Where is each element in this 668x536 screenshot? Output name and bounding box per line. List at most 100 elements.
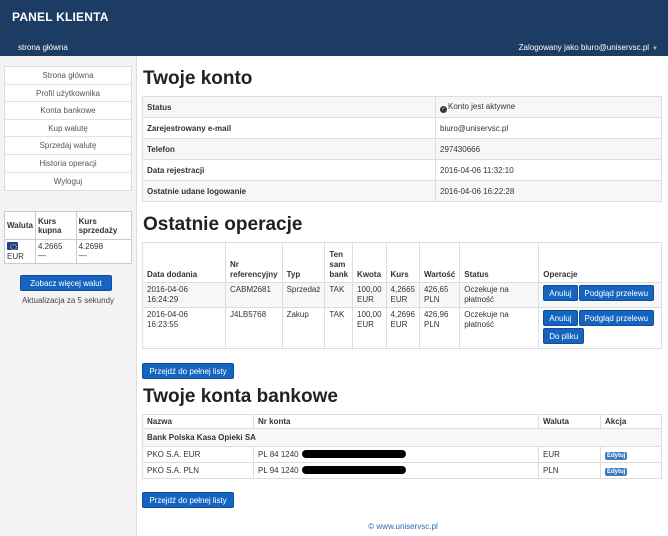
- rates-header-sell: Kurs sprzedaży: [75, 211, 133, 241]
- account-value: biuro@uniservsc.pl: [435, 117, 662, 139]
- account-label: Data rejestracji: [142, 159, 436, 181]
- home-link[interactable]: strona główna: [18, 43, 68, 52]
- account-table: Status ✓ Konto jest aktywne Zarejestrowan…: [142, 96, 662, 202]
- ops-header-same-bank: Ten sam bank: [324, 242, 354, 283]
- sidebar-item-bank-accounts[interactable]: Konta bankowe: [5, 102, 131, 120]
- more-currencies-button[interactable]: Zobacz więcej walut: [20, 275, 112, 291]
- account-label: Zarejestrowany e-mail: [142, 117, 436, 139]
- banks-header-currency: Waluta: [538, 414, 601, 429]
- ops-header-amount: Kwota: [352, 242, 387, 283]
- account-label: Ostatnie udane logowanie: [142, 180, 436, 202]
- eu-flag-icon: [7, 242, 18, 251]
- account-value: 2016-04-06 16:22:28: [435, 180, 662, 202]
- bank-account-currency: PLN: [538, 462, 601, 479]
- footer-link[interactable]: © www.uniservsc.pl: [368, 522, 437, 531]
- op-same-bank: TAK: [324, 307, 354, 349]
- banks-title: Twoje konta bankowe: [143, 386, 338, 407]
- bank-account-name: PKO S.A. EUR: [142, 446, 254, 463]
- op-value: 426,65 PLN: [418, 282, 461, 308]
- sidebar-item-history[interactable]: Historia operacji: [5, 154, 131, 173]
- bank-group-row: Bank Polska Kasa Opieki SA: [142, 428, 662, 447]
- op-status: Oczekuje na płatność: [459, 307, 540, 349]
- op-date: 2016-04-06 16:23:55: [142, 307, 226, 349]
- op-rate: 4,2696 EUR: [385, 307, 420, 349]
- op-amount: 100,00 EUR: [352, 282, 387, 308]
- operations-title: Ostatnie operacje: [143, 214, 303, 235]
- user-menu[interactable]: Zalogowany jako biuro@uniservsc.pl ▼: [519, 43, 658, 52]
- rate-buy-change: —: [37, 251, 46, 261]
- table-row: 2016-04-06 16:23:55 J4LB5768 Zakup TAK 1…: [142, 307, 662, 349]
- cancel-button[interactable]: Anuluj: [543, 285, 578, 301]
- ops-header-date: Data dodania: [142, 242, 226, 283]
- table-row: 2016-04-06 16:24:29 CABM2681 Sprzedaż TA…: [142, 282, 662, 308]
- top-navbar: PANEL KLIENTA strona główna Zalogowany j…: [0, 0, 668, 56]
- footer: © www.uniservsc.pl: [137, 522, 668, 531]
- account-label: Telefon: [142, 138, 436, 160]
- ops-header-type: Typ: [281, 242, 326, 283]
- bank-group-name: Bank Polska Kasa Opieki SA: [142, 428, 662, 447]
- account-label: Status: [142, 96, 436, 118]
- account-value: 2016-04-06 11:32:10: [435, 159, 662, 181]
- op-amount: 100,00 EUR: [352, 307, 387, 349]
- rate-sell-change: —: [78, 251, 87, 261]
- op-date: 2016-04-06 16:24:29: [142, 282, 226, 308]
- sidebar-menu: Strona główna Profil użytkownika Konta b…: [4, 66, 132, 192]
- account-status-value: Konto jest aktywne: [448, 101, 516, 111]
- banks-header-action: Akcja: [600, 414, 662, 429]
- banks-header-name: Nazwa: [142, 414, 254, 429]
- bank-account-name: PKO S.A. PLN: [142, 462, 254, 479]
- op-rate: 4,2665 EUR: [385, 282, 420, 308]
- redaction-mark: [301, 466, 406, 474]
- table-row: Telefon 297430666: [142, 138, 662, 160]
- edit-button[interactable]: Edytuj: [605, 467, 628, 476]
- operations-full-list-button[interactable]: Przejdź do pełnej listy: [142, 363, 234, 379]
- table-row: Ostatnie udane logowanie 2016-04-06 16:2…: [142, 180, 662, 202]
- edit-button[interactable]: Edytuj: [605, 451, 628, 460]
- account-value: 297430666: [435, 138, 662, 160]
- sidebar-item-sell-currency[interactable]: Sprzedaj walutę: [5, 137, 131, 155]
- ops-header-actions: Operacje: [538, 242, 662, 283]
- op-ref: J4LB5768: [225, 307, 283, 349]
- account-title: Twoje konto: [143, 68, 253, 89]
- rate-sell: 4.2698: [78, 242, 104, 252]
- sidebar: Strona główna Profil użytkownika Konta b…: [4, 66, 133, 305]
- rates-header-buy: Kurs kupna: [34, 211, 77, 241]
- table-row: PKO S.A. EUR PL 84 1240 EUR Edytuj: [142, 446, 662, 463]
- table-row: Data rejestracji 2016-04-06 11:32:10: [142, 159, 662, 181]
- ops-header-value: Wartość: [418, 242, 461, 283]
- ops-header-ref: Nr referencyjny: [225, 242, 283, 283]
- op-type: Sprzedaż: [281, 282, 326, 308]
- sidebar-item-home[interactable]: Strona główna: [5, 67, 131, 85]
- user-menu-label: Zalogowany jako biuro@uniservsc.pl: [518, 43, 650, 52]
- main-content: Twoje konto Status ✓ Konto jest aktywne Z…: [136, 56, 668, 536]
- rates-header-currency: Waluta: [4, 211, 36, 241]
- sidebar-item-buy-currency[interactable]: Kup walutę: [5, 119, 131, 138]
- operations-table: Data dodania Nr referencyjny Typ Ten sam…: [142, 242, 662, 349]
- exchange-rates-table: Waluta Kurs kupna Kurs sprzedaży EUR 4.2…: [4, 211, 133, 265]
- op-same-bank: TAK: [324, 282, 354, 308]
- sidebar-item-logout[interactable]: Wyloguj: [5, 172, 131, 191]
- redaction-mark: [301, 450, 406, 458]
- refresh-countdown: Aktualizacja za 5 sekundy: [21, 296, 115, 305]
- ops-header-status: Status: [459, 242, 540, 283]
- preview-transfer-button[interactable]: Podgląd przelewu: [578, 285, 655, 301]
- to-file-button[interactable]: Do pliku: [543, 328, 585, 344]
- op-ref: CABM2681: [225, 282, 283, 308]
- op-value: 426,96 PLN: [418, 307, 461, 349]
- check-circle-icon: ✓: [440, 105, 447, 113]
- caret-down-icon: ▼: [652, 46, 658, 52]
- rate-buy: 4.2665: [37, 242, 63, 252]
- cancel-button[interactable]: Anuluj: [543, 310, 578, 326]
- brand-title[interactable]: PANEL KLIENTA: [12, 10, 109, 24]
- op-status: Oczekuje na płatność: [459, 282, 540, 308]
- bank-account-number: PL 94 1240: [258, 466, 299, 475]
- rate-row: EUR 4.2665— 4.2698—: [4, 239, 133, 265]
- table-row: Zarejestrowany e-mail biuro@uniservsc.pl: [142, 117, 662, 139]
- sidebar-item-profile[interactable]: Profil użytkownika: [5, 84, 131, 103]
- op-type: Zakup: [281, 307, 326, 349]
- preview-transfer-button[interactable]: Podgląd przelewu: [578, 310, 655, 326]
- table-row: PKO S.A. PLN PL 94 1240 PLN Edytuj: [142, 462, 662, 479]
- banks-header-account: Nr konta: [253, 414, 539, 429]
- rate-currency: EUR: [7, 252, 24, 262]
- banks-full-list-button[interactable]: Przejdź do pełnej listy: [142, 492, 234, 508]
